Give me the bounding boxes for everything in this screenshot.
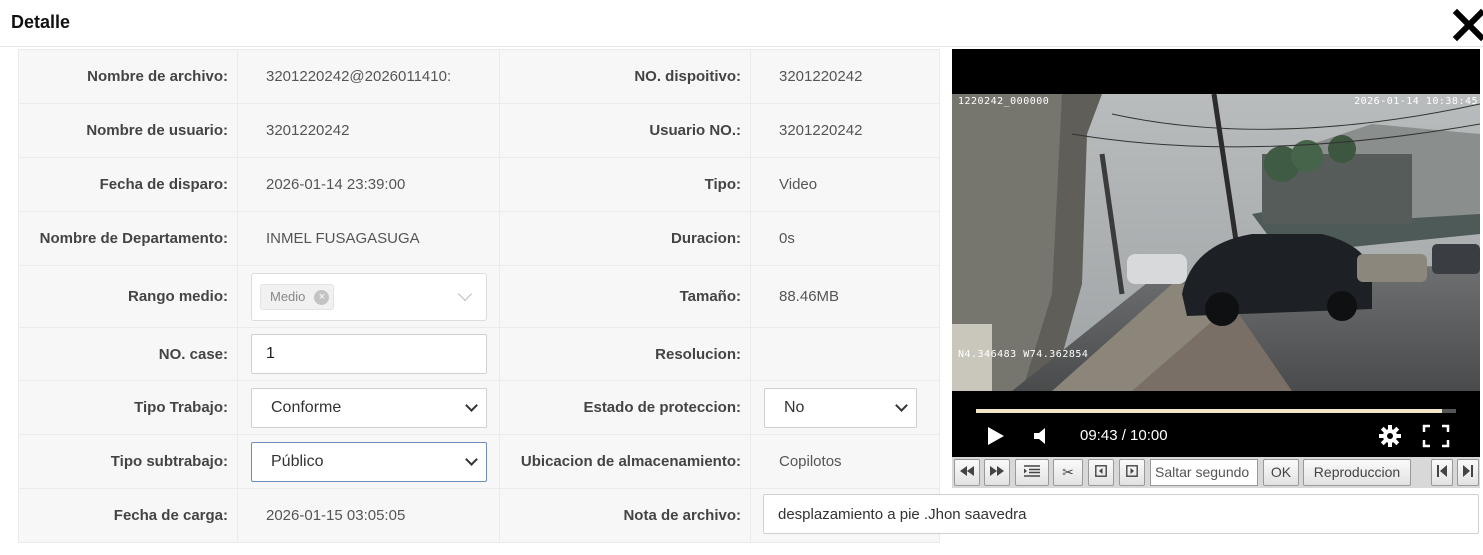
case-no-cell (237, 327, 500, 381)
next-frame-button[interactable] (1119, 459, 1145, 486)
table-row: Fecha de disparo: 2026-01-14 23:39:00 Ti… (18, 157, 940, 212)
fullscreen-icon[interactable] (1422, 424, 1450, 448)
protection-select[interactable]: No (764, 387, 917, 428)
media-range-tag-label: Medio (270, 288, 306, 304)
department-value: INMEL FUSAGASUGA (237, 211, 500, 266)
trigger-date-value: 2026-01-14 23:39:00 (237, 157, 500, 212)
work-type-selected: Conforme (271, 398, 342, 416)
gear-icon[interactable] (1378, 424, 1402, 448)
work-type-select[interactable]: Conforme (251, 387, 487, 428)
chevron-down-icon (457, 286, 473, 301)
work-type-cell: Conforme (237, 380, 500, 435)
table-row: Tipo subtrabajo: Público Ubicacion de al… (18, 434, 940, 489)
upload-date-value: 2026-01-15 03:05:05 (237, 488, 500, 543)
case-no-input[interactable] (251, 334, 487, 374)
protection-cell: No (750, 380, 940, 435)
table-row: Nombre de usuario: 3201220242 Usuario NO… (18, 103, 940, 158)
work-type-label: Tipo Trabajo: (18, 380, 238, 435)
prev-frame-button[interactable] (1088, 459, 1114, 486)
user-no-label: Usuario NO.: (499, 103, 751, 158)
fast-forward-icon (990, 466, 1004, 476)
user-name-label: Nombre de usuario: (18, 103, 238, 158)
media-range-label: Rango medio: (18, 265, 238, 328)
protection-label: Estado de proteccion: (499, 380, 751, 435)
progress-bar[interactable] (976, 409, 1456, 413)
file-note-input[interactable] (763, 494, 1479, 534)
skip-end-button[interactable] (1457, 459, 1479, 486)
seek-seconds-input[interactable]: Saltar segundo (1150, 459, 1258, 486)
skip-start-button[interactable] (1431, 459, 1453, 486)
media-range-cell: Medio × (237, 265, 500, 328)
work-subtype-select[interactable]: Público (251, 441, 487, 482)
file-name-label: Nombre de archivo: (18, 49, 238, 104)
osd-gps: N4.346483 W74.362854 (958, 349, 1089, 360)
rewind-button[interactable] (954, 459, 980, 486)
scissors-icon: ✂ (1062, 464, 1074, 480)
ok-button[interactable]: OK (1263, 459, 1299, 486)
resolution-label: Resolucion: (499, 327, 751, 381)
progress-fill (976, 409, 1442, 413)
protection-selected: No (784, 398, 805, 416)
video-player[interactable]: 1220242_000000 2026-01-14 10:38:45 N4.34… (952, 49, 1480, 457)
media-range-select[interactable]: Medio × (251, 272, 487, 321)
table-row: Nombre de Departamento: INMEL FUSAGASUGA… (18, 211, 940, 266)
work-subtype-cell: Público (237, 434, 500, 489)
storage-label: Ubicacion de almacenamiento: (499, 434, 751, 489)
list-icon (1024, 465, 1040, 477)
duration-value: 0s (750, 211, 940, 266)
list-button[interactable] (1015, 459, 1049, 486)
duration-label: Duracion: (499, 211, 751, 266)
device-no-value: 3201220242 (750, 49, 940, 104)
work-subtype-selected: Público (271, 452, 324, 470)
upload-date-label: Fecha de carga: (18, 488, 238, 543)
close-icon[interactable] (1452, 8, 1483, 42)
osd-timestamp: 2026-01-14 10:38:45 (1354, 96, 1478, 107)
detail-table: Nombre de archivo: 3201220242@2026011410… (18, 49, 940, 543)
resolution-value (750, 327, 940, 381)
device-no-label: NO. dispoitivo: (499, 49, 751, 104)
user-no-value: 3201220242 (750, 103, 940, 158)
table-row: Nombre de archivo: 3201220242@2026011410… (18, 49, 940, 104)
media-range-tag: Medio × (260, 283, 335, 310)
file-note-label: Nota de archivo: (499, 488, 751, 543)
playback-button[interactable]: Reproduccion (1303, 459, 1411, 486)
fast-forward-button[interactable] (984, 459, 1010, 486)
video-frame[interactable]: 1220242_000000 2026-01-14 10:38:45 N4.34… (952, 94, 1480, 391)
chevron-down-icon (465, 452, 478, 466)
next-frame-icon (1126, 465, 1138, 477)
modal-header: Detalle (0, 0, 1483, 47)
table-row: NO. case: Resolucion: (18, 327, 940, 381)
size-label: Tamaño: (499, 265, 751, 328)
work-subtype-label: Tipo subtrabajo: (18, 434, 238, 489)
storage-value: Copilotos (750, 434, 940, 489)
time-display: 09:43 / 10:00 (1080, 427, 1168, 444)
rewind-icon (960, 466, 974, 476)
cut-button[interactable]: ✂ (1053, 459, 1083, 486)
type-label: Tipo: (499, 157, 751, 212)
table-row: Tipo Trabajo: Conforme Estado de protecc… (18, 380, 940, 435)
file-name-value: 3201220242@2026011410: (237, 49, 500, 104)
volume-icon[interactable] (1032, 426, 1052, 446)
user-name-value: 3201220242 (237, 103, 500, 158)
skip-end-icon (1463, 465, 1473, 477)
modal-title: Detalle (11, 12, 71, 32)
player-toolbar: ✂ Saltar segundo OK Reproduccion (952, 457, 1480, 488)
type-value: Video (750, 157, 940, 212)
osd-device-label: 1220242_000000 (958, 96, 1050, 107)
chevron-down-icon (895, 398, 908, 412)
trigger-date-label: Fecha de disparo: (18, 157, 238, 212)
tag-remove-icon[interactable]: × (314, 289, 330, 305)
prev-frame-icon (1095, 465, 1107, 477)
department-label: Nombre de Departamento: (18, 211, 238, 266)
case-no-label: NO. case: (18, 327, 238, 381)
play-icon[interactable] (986, 425, 1006, 447)
video-scene (952, 94, 1480, 391)
chevron-down-icon (465, 398, 478, 412)
skip-start-icon (1437, 465, 1447, 477)
size-value: 88.46MB (750, 265, 940, 328)
table-row: Rango medio: Medio × Tamaño: 88.46MB (18, 265, 940, 328)
